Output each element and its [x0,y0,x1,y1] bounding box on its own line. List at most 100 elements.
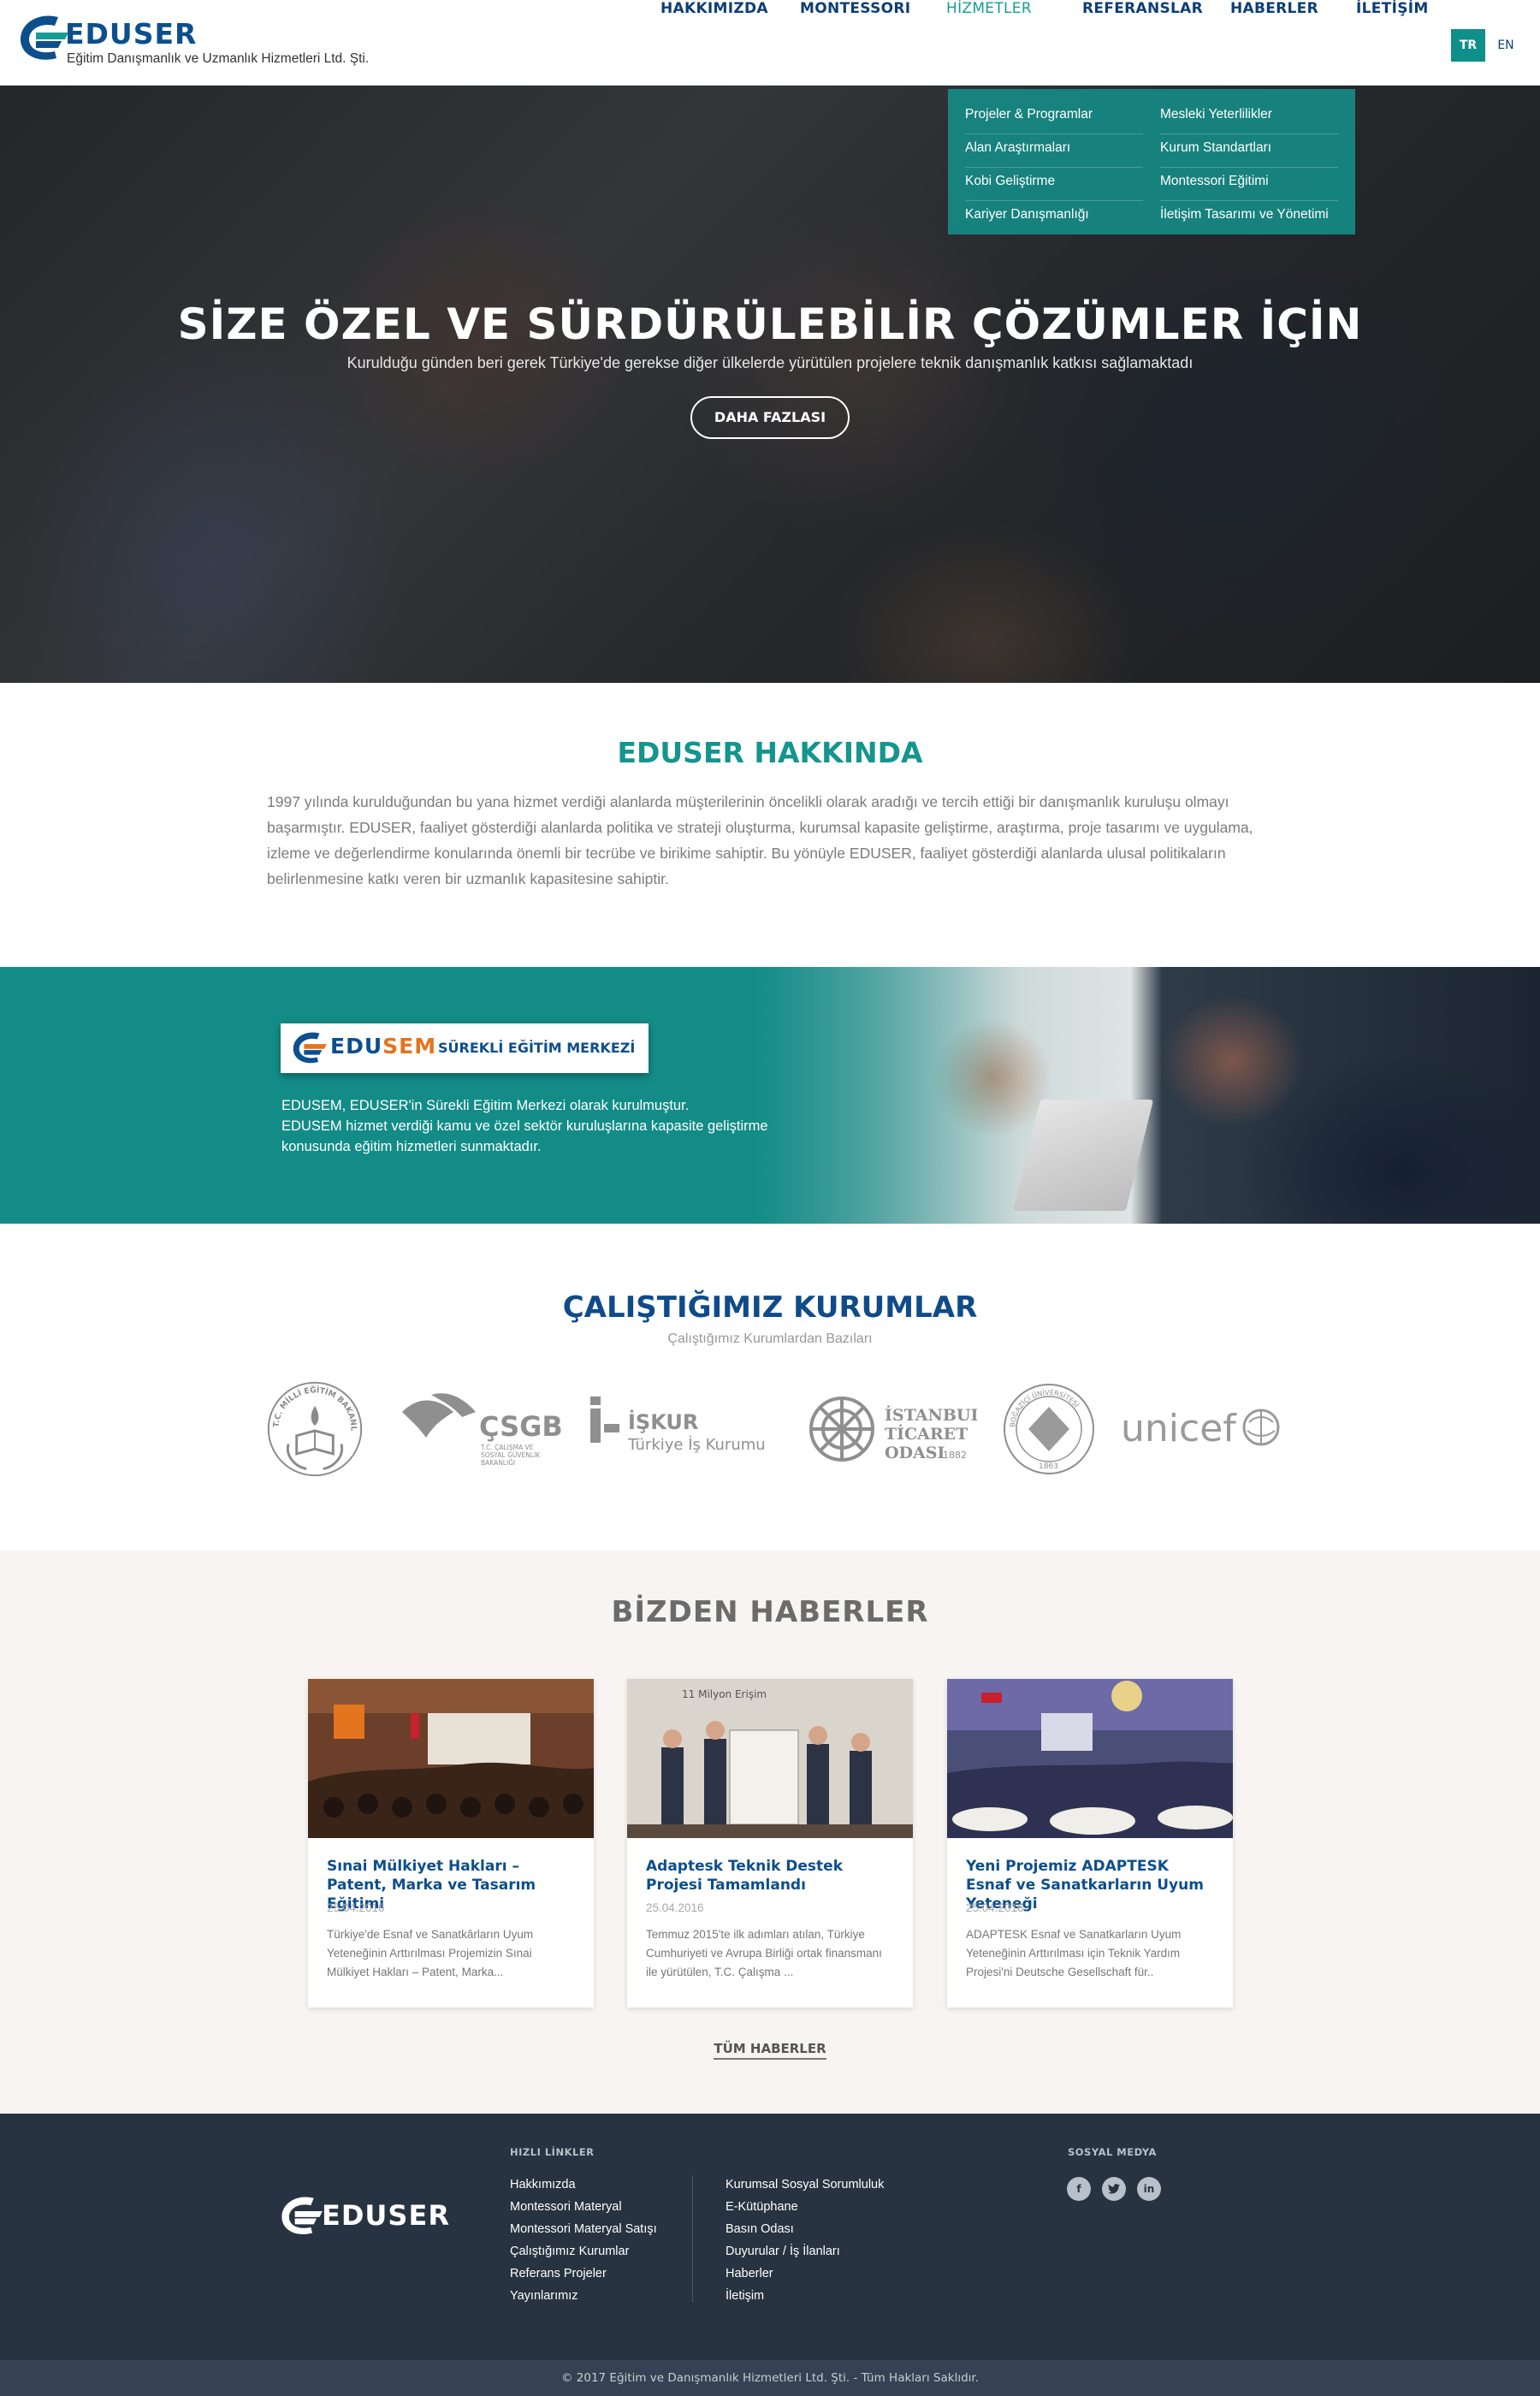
logo-subtitle: Eğitim Danışmanlık ve Uzmanlık Hizmetler… [67,51,370,66]
bogazici-logo[interactable]: BOĞAZİÇİ ÜNİVERSİTESİ 1863 [1001,1378,1097,1480]
nav-referanslar[interactable]: REFERANSLAR [1082,0,1203,17]
quick-links-column-2: Kurumsal Sosyal Sorumluluk E-Kütüphane B… [726,2174,884,2307]
news-card-image [947,1679,1233,1838]
eduser-logo[interactable]: EDUSER Eğitim Danışmanlık ve Uzmanlık Hi… [17,14,369,74]
facebook-icon[interactable]: f [1067,2177,1091,2201]
footer-link[interactable]: Yayınlarımız [510,2285,657,2307]
news-card-image: 11 Milyon Erişim [627,1679,913,1838]
hero-content: SİZE ÖZEL VE SÜRDÜRÜLEBİLİR ÇÖZÜMLER İÇİ… [0,300,1540,439]
nav-hizmetler[interactable]: HİZMETLER [946,0,1032,17]
unicef-logo[interactable]: unicef [1119,1378,1287,1480]
quick-links-column-1: Hakkımızda Montessori Materyal Montessor… [510,2174,657,2307]
news-section: BİZDEN HABERLER Sınai Mülkiyet Hakları –… [0,1551,1540,2114]
bogazici-year: 1863 [1039,1462,1058,1471]
ito-year: 1882 [943,1450,967,1461]
footer-link[interactable]: Referans Projeler [510,2263,657,2285]
footer-link[interactable]: İletişim [726,2285,884,2307]
about-title: EDUSER HAKKINDA [617,736,923,769]
news-card-excerpt: ADAPTESK Esnaf ve Sanatkarların Uyum Yet… [966,1928,1182,1978]
edusem-logo-mark-icon [293,1032,327,1064]
more-button[interactable]: DAHA FAZLASI [690,396,850,439]
site-footer: EDUSER HIZLI LİNKLER Hakkımızda Montesso… [0,2114,1540,2360]
footer-link[interactable]: Haberler [726,2263,884,2285]
dropdown-item[interactable]: Alan Araştırmaları [965,134,1143,168]
quick-links-title: HIZLI LİNKLER [510,2146,595,2158]
csgb-sub-1: T.C. ÇALIŞMA VE [480,1444,534,1451]
csgb-logo[interactable]: ÇSGB T.C. ÇALIŞMA VE SOSYAL GÜVENLİK BAK… [394,1378,565,1480]
footer-link[interactable]: Montessori Materyal Satışı [510,2218,657,2240]
edusem-wordmark: EDUSEM [330,1034,436,1059]
copyright: © 2017 Eğitim ve Danışmanlık Hizmetleri … [0,2360,1540,2396]
edusem-logo[interactable]: EDUSEM SÜREKLİ EĞİTİM MERKEZİ [281,1023,649,1073]
footer-divider [692,2175,693,2302]
dropdown-item[interactable]: Projeler & Programlar [965,101,1143,134]
ito-logo[interactable]: İSTANBUL TİCARET ODASI 1882 [806,1378,977,1480]
footer-link[interactable]: Duyurular / İş İlanları [726,2240,884,2263]
footer-logo-mark-icon [281,2197,323,2234]
news-card-image [308,1679,594,1838]
footer-link[interactable]: Çalıştığımız Kurumlar [510,2240,657,2263]
news-card-excerpt: Temmuz 2015'te ilk adımları atılan, Türk… [646,1928,882,1978]
edusem-edu: EDU [330,1034,383,1059]
news-card[interactable]: 11 Milyon Erişim Adaptesk Teknik Destek … [627,1679,913,2008]
dropdown-item[interactable]: Montessori Eğitimi [1160,168,1338,201]
partners-title: ÇALIŞTIĞIMIZ KURUMLAR [562,1290,978,1325]
edusem-text: EDUSEM, EDUSER'in Sürekli Eğitim Merkezi… [281,1095,812,1157]
dropdown-item[interactable]: İletişim Tasarımı ve Yönetimi [1160,201,1338,234]
footer-link[interactable]: Basın Odası [726,2218,884,2240]
ito-line-1: İSTANBUL [885,1405,977,1425]
nav-haberler[interactable]: HABERLER [1230,0,1318,17]
news-card-title[interactable]: Adaptesk Teknik Destek Projesi Tamamland… [646,1857,896,1895]
ito-line-3: ODASI [885,1444,945,1462]
lang-en-button[interactable]: EN [1494,29,1518,62]
footer-link[interactable]: Hakkımızda [510,2174,657,2196]
logo-text: EDUSER [65,17,198,50]
hero-subtitle: Kurulduğu günden beri gerek Türkiye'de g… [346,354,1194,371]
dropdown-item[interactable]: Kurum Standartları [1160,134,1338,168]
partners-subtitle: Çalıştığımız Kurumlardan Bazıları [667,1331,873,1346]
dropdown-column-1: Projeler & Programlar Alan Araştırmaları… [965,101,1143,234]
dropdown-item[interactable]: Mesleki Yeterlilikler [1160,101,1338,134]
edusem-photo [753,967,1540,1224]
edusem-sem: SEM [382,1034,437,1059]
services-dropdown: Projeler & Programlar Alan Araştırmaları… [948,89,1355,234]
social-media-title: SOSYAL MEDYA [1068,2146,1157,2158]
nav-montessori[interactable]: MONTESSORI [800,0,910,17]
nav-hakkimizda[interactable]: HAKKIMIZDA [660,0,768,17]
csgb-sub-3: BAKANLIĞI [481,1459,515,1467]
footer-link[interactable]: E-Kütüphane [726,2196,884,2218]
lang-tr-button[interactable]: TR [1451,29,1485,62]
nav-iletisim[interactable]: İLETİŞİM [1356,0,1429,17]
dropdown-column-2: Mesleki Yeterlilikler Kurum Standartları… [1160,101,1338,234]
hero-title: SİZE ÖZEL VE SÜRDÜRÜLEBİLİR ÇÖZÜMLER İÇİ… [177,300,1363,349]
edusem-line-2: EDUSEM hizmet verdiği kamu ve özel sektö… [281,1118,768,1154]
news-title: BİZDEN HABERLER [611,1595,929,1629]
footer-logo[interactable]: EDUSER [279,2192,459,2244]
ito-line-2: TİCARET [885,1424,968,1444]
news-card-date: 25.04.2016 [966,1901,1024,1914]
footer-link[interactable]: Montessori Materyal [510,2196,657,2218]
footer-logo-text: EDUSER [322,2199,450,2232]
iskur-subtitle: Türkiye İş Kurumu [627,1436,766,1454]
twitter-bird-icon [1108,2184,1120,2194]
news-photo-caption: 11 Milyon Erişim [682,1688,767,1700]
all-news-link[interactable]: TÜM HABERLER [714,2041,826,2060]
meb-logo[interactable]: T.C. MİLLİ EĞİTİM BAKANLIĞI [262,1378,368,1480]
csgb-name: ÇSGB [479,1410,563,1443]
news-card-date: 25.04.2016 [646,1901,704,1914]
news-card[interactable]: Sınai Mülkiyet Hakları – Patent, Marka v… [308,1679,594,2008]
unicef-name: unicef [1121,1407,1237,1450]
linkedin-icon[interactable]: in [1137,2177,1161,2201]
about-text: 1997 yılında kurulduğundan bu yana hizme… [267,793,1253,887]
news-card[interactable]: Yeni Projemiz ADAPTESK Esnaf ve Sanatkar… [947,1679,1233,2008]
dropdown-item[interactable]: Kobi Geliştirme [965,168,1143,201]
iskur-name: İŞKUR [628,1409,698,1434]
iskur-logo[interactable]: İŞKUR Türkiye İş Kurumu [585,1378,782,1480]
edusem-line-1: EDUSEM, EDUSER'in Sürekli Eğitim Merkezi… [281,1098,690,1113]
news-card-date: 25.04.2016 [327,1901,385,1914]
footer-link[interactable]: Kurumsal Sosyal Sorumluluk [726,2174,884,2196]
twitter-icon[interactable] [1102,2177,1126,2201]
csgb-sub-2: SOSYAL GÜVENLİK [481,1451,541,1459]
edusem-label: SÜREKLİ EĞİTİM MERKEZİ [438,1040,636,1056]
dropdown-item[interactable]: Kariyer Danışmanlığı [965,201,1143,234]
